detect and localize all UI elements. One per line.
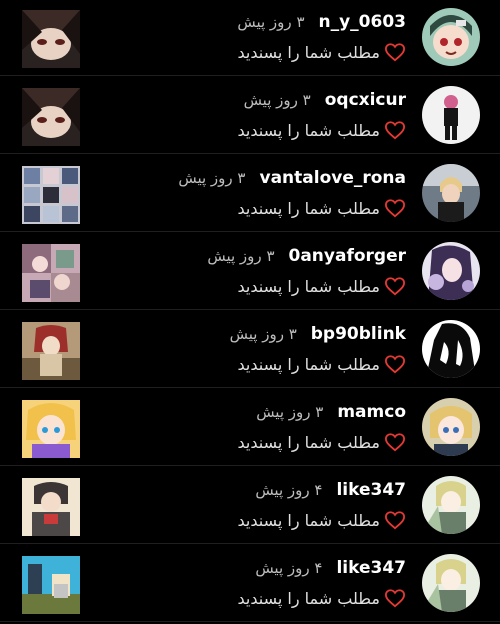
like-message: مطلب شما را پسندید	[237, 354, 380, 374]
notification-row[interactable]: ۴ روز پیش like347 مطلب شما را پسندید	[0, 468, 500, 544]
avatar[interactable]	[422, 86, 480, 144]
avatar[interactable]	[422, 8, 480, 66]
post-thumbnail[interactable]	[22, 88, 80, 146]
notification-row[interactable]: ۳ روز پیش bp90blink مطلب شما را پسندید	[0, 312, 500, 388]
username-link[interactable]: 0anyaforger	[289, 246, 407, 266]
heart-outline-icon	[384, 589, 406, 608]
heart-outline-icon	[384, 121, 406, 140]
avatar[interactable]	[422, 164, 480, 222]
like-message: مطلب شما را پسندید	[237, 42, 380, 62]
notification-list: ۳ روز پیش n_y_0603 مطلب شما را پسندید ۳ …	[0, 0, 500, 624]
heart-outline-icon	[384, 43, 406, 62]
post-thumbnail[interactable]	[22, 556, 80, 614]
notification-row[interactable]: ۴ روز پیش like347 مطلب شما را پسندید	[0, 546, 500, 622]
avatar[interactable]	[422, 554, 480, 612]
timestamp: ۳ روز پیش	[207, 247, 275, 265]
heart-outline-icon	[384, 511, 406, 530]
timestamp: ۳ روز پیش	[229, 325, 297, 343]
notification-row[interactable]: ۳ روز پیش 0anyaforger مطلب شما را پسندید	[0, 234, 500, 310]
like-message: مطلب شما را پسندید	[237, 432, 380, 452]
like-message: مطلب شما را پسندید	[237, 198, 380, 218]
notification-row[interactable]: ۳ روز پیش n_y_0603 مطلب شما را پسندید	[0, 0, 500, 76]
like-message: مطلب شما را پسندید	[237, 276, 380, 296]
post-thumbnail[interactable]	[22, 478, 80, 536]
notification-row[interactable]: ۳ روز پیش vantalove_rona مطلب شما را پسن…	[0, 156, 500, 232]
username-link[interactable]: like347	[336, 480, 406, 500]
timestamp: ۳ روز پیش	[237, 13, 305, 31]
timestamp: ۳ روز پیش	[178, 169, 246, 187]
like-message: مطلب شما را پسندید	[237, 510, 380, 530]
avatar[interactable]	[422, 242, 480, 300]
like-message: مطلب شما را پسندید	[237, 588, 380, 608]
post-thumbnail[interactable]	[22, 400, 80, 458]
timestamp: ۳ روز پیش	[256, 403, 324, 421]
username-link[interactable]: mamco	[337, 402, 406, 422]
notification-row[interactable]: ۳ روز پیش mamco مطلب شما را پسندید	[0, 390, 500, 466]
timestamp: ۴ روز پیش	[255, 481, 323, 499]
heart-outline-icon	[384, 355, 406, 374]
avatar[interactable]	[422, 476, 480, 534]
avatar[interactable]	[422, 320, 480, 378]
notification-row[interactable]: ۳ روز پیش oqcxicur مطلب شما را پسندید	[0, 78, 500, 154]
post-thumbnail[interactable]	[22, 244, 80, 302]
username-link[interactable]: vantalove_rona	[259, 168, 406, 188]
timestamp: ۳ روز پیش	[243, 91, 311, 109]
avatar[interactable]	[422, 398, 480, 456]
like-message: مطلب شما را پسندید	[237, 120, 380, 140]
username-link[interactable]: n_y_0603	[319, 12, 407, 32]
heart-outline-icon	[384, 277, 406, 296]
heart-outline-icon	[384, 199, 406, 218]
post-thumbnail[interactable]	[22, 166, 80, 224]
timestamp: ۴ روز پیش	[255, 559, 323, 577]
post-thumbnail[interactable]	[22, 322, 80, 380]
heart-outline-icon	[384, 433, 406, 452]
username-link[interactable]: bp90blink	[311, 324, 406, 344]
post-thumbnail[interactable]	[22, 10, 80, 68]
username-link[interactable]: oqcxicur	[325, 90, 406, 110]
username-link[interactable]: like347	[336, 558, 406, 578]
